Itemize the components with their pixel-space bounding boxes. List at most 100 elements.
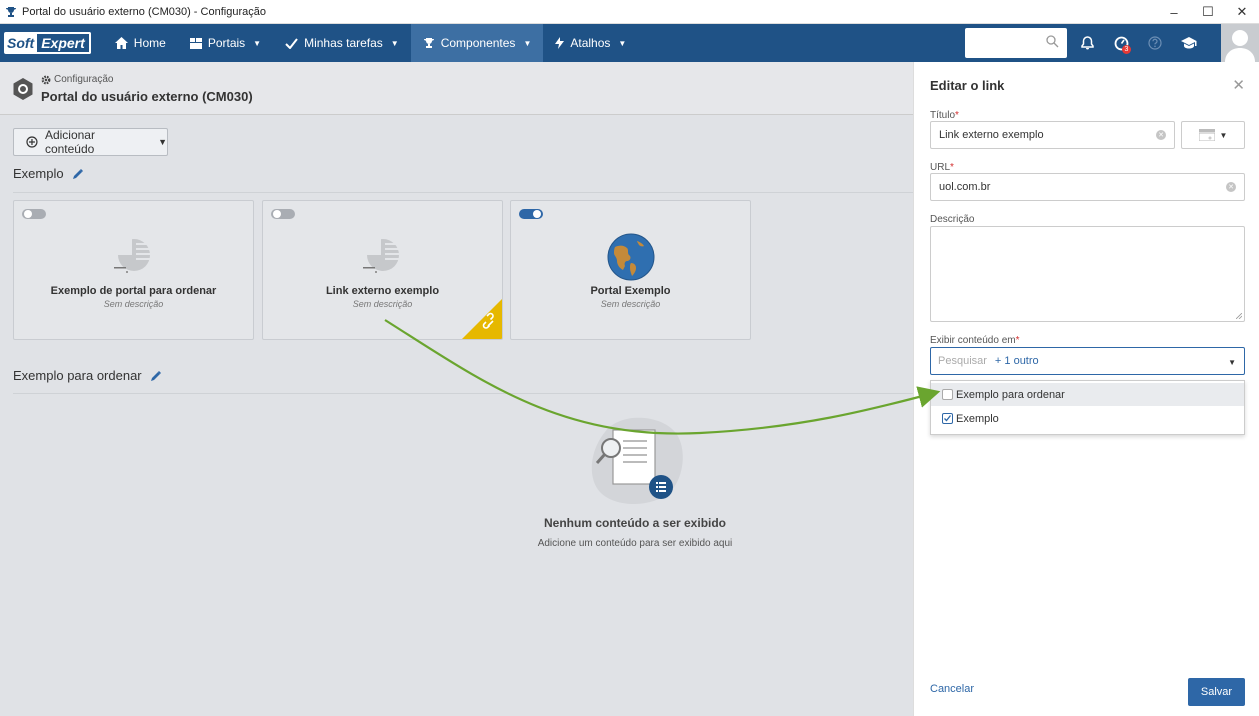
softexpert-logo[interactable]: Soft Expert (4, 31, 91, 55)
nav-portais[interactable]: Portais ▼ (178, 24, 273, 62)
content-card[interactable]: Exemplo de portal para ordenar Sem descr… (13, 200, 254, 340)
empty-state-document-icon (591, 417, 683, 504)
option-label: Exemplo para ordenar (956, 388, 1065, 401)
title-label: Título* (930, 110, 959, 121)
chevron-down-icon: ▼ (158, 137, 167, 147)
title-input-value: Link externo exemplo (939, 129, 1044, 141)
portal-placeholder-icon (363, 239, 401, 273)
top-navbar: Soft Expert Home Portais ▼ Minhas tarefa… (0, 24, 1259, 62)
page-title: Portal do usuário externo (CM030) (41, 89, 253, 104)
global-search-input[interactable] (965, 28, 1067, 58)
option-exemplo-para-ordenar[interactable]: Exemplo para ordenar (931, 383, 1244, 406)
user-silhouette-icon (1225, 30, 1255, 62)
trophy-icon (423, 38, 434, 48)
logo-soft: Soft (4, 32, 38, 54)
chevron-down-icon: ▼ (390, 38, 399, 48)
content-card[interactable]: Portal Exemplo Sem descrição (510, 200, 751, 340)
user-avatar[interactable] (1221, 24, 1259, 62)
card-description: Sem descrição (600, 299, 661, 309)
card-toggle[interactable] (519, 209, 543, 219)
minimize-button[interactable]: – (1157, 0, 1191, 24)
nav-home-label: Home (133, 36, 166, 50)
cancel-button[interactable]: Cancelar (930, 683, 974, 695)
display-in-select[interactable]: Pesquisar + 1 outro ▼ (930, 347, 1245, 375)
bolt-icon (555, 37, 565, 49)
checkbox-unchecked[interactable] (942, 389, 953, 400)
nav-minhas-tarefas[interactable]: Minhas tarefas ▼ (273, 24, 411, 62)
edit-pencil-icon[interactable] (72, 168, 84, 180)
notifications-button[interactable] (1070, 24, 1104, 62)
nav-portais-label: Portais (207, 36, 246, 50)
card-title: Link externo exemplo (325, 285, 440, 297)
edit-pencil-icon[interactable] (150, 370, 162, 382)
clear-icon[interactable]: ✕ (1156, 130, 1166, 140)
description-label: Descrição (930, 214, 975, 225)
portal-placeholder-icon (114, 239, 152, 273)
check-icon (285, 37, 298, 49)
display-in-label: Exibir conteúdo em* (930, 335, 1020, 346)
logo-expert: Expert (37, 32, 91, 54)
card-toggle[interactable] (271, 209, 295, 219)
add-content-button[interactable]: Adicionar conteúdo ▼ (13, 128, 168, 156)
notification-badge: 3 (1122, 45, 1131, 54)
config-hexagon-icon (13, 78, 33, 100)
title-input[interactable]: Link externo exemplo ✕ (930, 121, 1175, 149)
save-button[interactable]: Salvar (1188, 678, 1245, 706)
close-window-button[interactable]: ✕ (1225, 0, 1259, 24)
description-textarea[interactable] (930, 226, 1245, 322)
chevron-down-icon: ▼ (523, 38, 532, 48)
url-input-value: uol.com.br (939, 181, 991, 193)
display-in-placeholder: Pesquisar (938, 355, 987, 367)
pending-tasks-button[interactable]: 3 (1104, 24, 1138, 62)
chevron-down-icon: ▼ (253, 38, 262, 48)
bell-icon (1080, 36, 1094, 50)
option-exemplo[interactable]: Exemplo (931, 407, 1244, 430)
gear-icon (41, 75, 51, 84)
window-titlebar: Portal do usuário externo (CM030) - Conf… (0, 0, 1259, 24)
display-in-more: + 1 outro (994, 355, 1039, 367)
edit-link-panel: Editar o link ✕ Título* Link externo exe… (913, 62, 1259, 716)
nav-home[interactable]: Home (103, 24, 178, 62)
checkbox-checked[interactable] (942, 413, 953, 424)
main-content: Configuração Portal do usuário externo (… (0, 62, 913, 716)
help-button[interactable] (1138, 24, 1172, 62)
plus-circle-icon (26, 136, 38, 148)
maximize-button[interactable]: ☐ (1191, 0, 1225, 24)
card-toggle[interactable] (22, 209, 46, 219)
card-title: Portal Exemplo (590, 285, 671, 297)
nav-componentes[interactable]: Componentes ▼ (410, 24, 544, 62)
card-description: Sem descrição (103, 299, 164, 309)
training-button[interactable] (1172, 24, 1206, 62)
window-title: Portal do usuário externo (CM030) - Conf… (22, 5, 266, 18)
clear-icon[interactable]: ✕ (1226, 182, 1236, 192)
display-in-dropdown: Exemplo para ordenar Exemplo (930, 380, 1245, 435)
page-header: Configuração Portal do usuário externo (… (0, 62, 913, 115)
add-content-label: Adicionar conteúdo (44, 128, 95, 156)
breadcrumb-label: Configuração (54, 74, 114, 85)
card-title: Exemplo de portal para ordenar (50, 285, 217, 297)
icon-picker-button[interactable]: ▼ (1181, 121, 1245, 149)
home-icon (114, 37, 128, 49)
option-label: Exemplo (956, 412, 999, 425)
section-divider (13, 393, 913, 394)
section-title-exemplo: Exemplo (13, 166, 84, 181)
chevron-down-icon: ▼ (618, 38, 627, 48)
url-input[interactable]: uol.com.br ✕ (930, 173, 1245, 201)
resize-handle-icon[interactable] (1236, 313, 1242, 319)
caret-down-icon: ▼ (1228, 358, 1236, 367)
section-divider (13, 192, 913, 193)
panel-title: Editar o link (930, 78, 1005, 93)
close-icon[interactable]: ✕ (1232, 76, 1245, 94)
image-placeholder-icon (1198, 129, 1215, 141)
section-exemplo-label: Exemplo (13, 166, 64, 181)
nav-atalhos-label: Atalhos (570, 36, 611, 50)
section-ordenar-label: Exemplo para ordenar (13, 368, 142, 383)
globe-icon (607, 233, 655, 281)
link-icon (462, 299, 502, 339)
content-card[interactable]: Link externo exemplo Sem descrição (262, 200, 503, 340)
graduation-cap-icon (1181, 37, 1197, 49)
nav-atalhos[interactable]: Atalhos ▼ (543, 24, 638, 62)
nav-componentes-label: Componentes (440, 36, 516, 50)
url-label: URL* (930, 162, 954, 173)
check-icon (944, 415, 952, 422)
